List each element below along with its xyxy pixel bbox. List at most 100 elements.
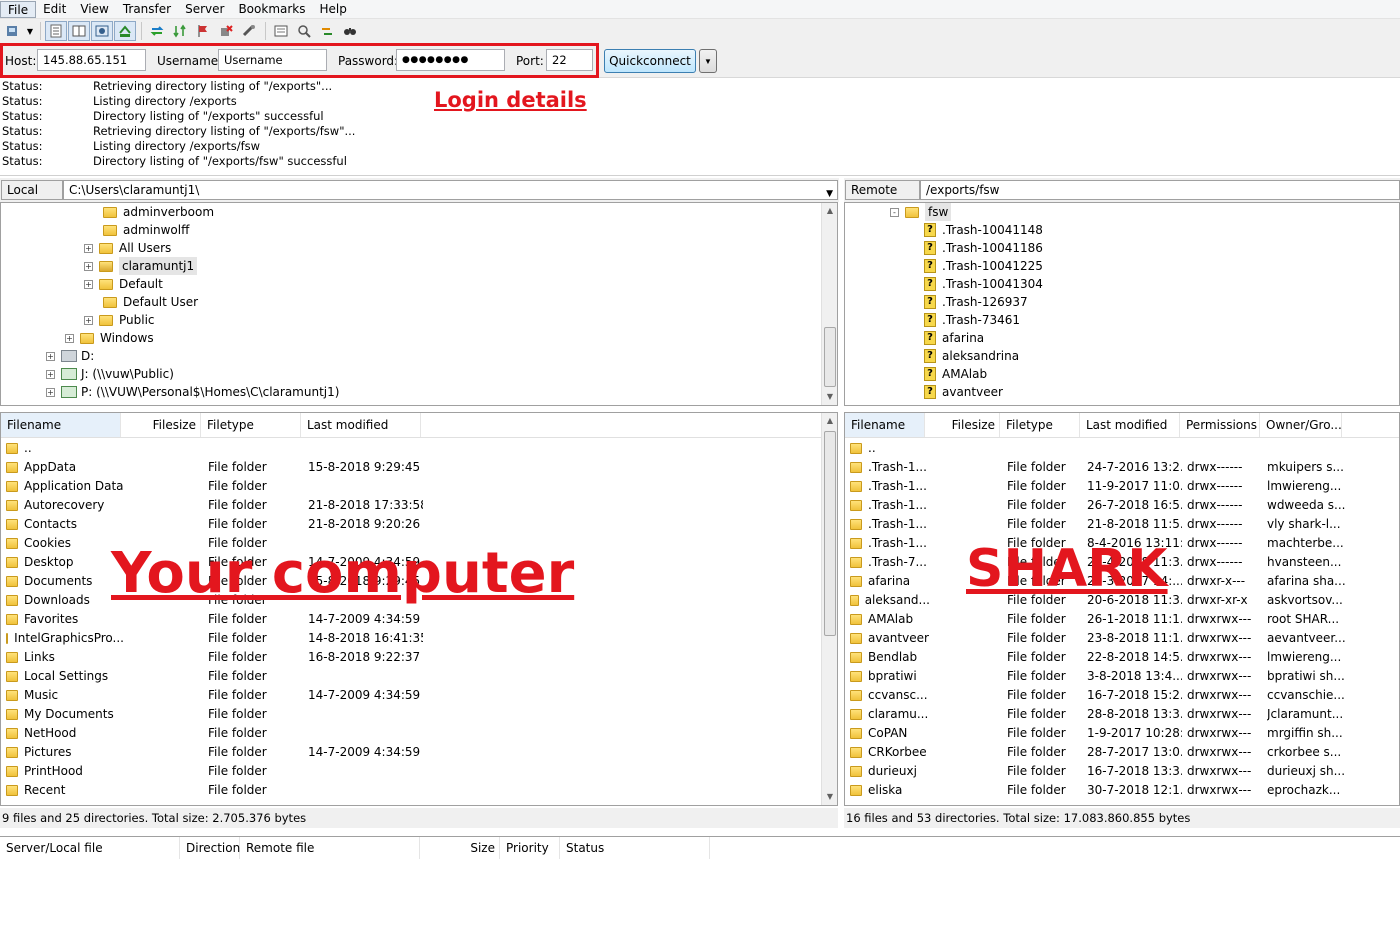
menu-bookmarks[interactable]: Bookmarks — [231, 1, 312, 18]
compare-icon[interactable] — [293, 21, 315, 41]
table-row[interactable]: .. — [1, 439, 821, 458]
toggle-remote-tree-icon[interactable] — [91, 21, 113, 41]
table-row[interactable]: .Trash-1... File folder 11-9-2017 11:0... d… — [845, 477, 1399, 496]
table-row[interactable]: PrintHood File folder — [1, 762, 821, 781]
queue-column-remotefile[interactable]: Remote file — [240, 837, 420, 859]
expand-icon[interactable]: + — [84, 279, 93, 289]
table-row[interactable]: CoPAN File folder 1-9-2017 10:28:... drwxrw… — [845, 724, 1399, 743]
scroll-thumb[interactable] — [824, 327, 836, 387]
remote-directory-tree[interactable]: - fsw? .Trash-10041148? .Trash-10041186? .Tr… — [844, 202, 1400, 406]
tree-item[interactable]: + claramuntj1 — [84, 257, 198, 275]
queue-column-size[interactable]: Size — [420, 837, 500, 859]
toggle-log-icon[interactable] — [45, 21, 67, 41]
local-tree-scrollbar[interactable]: ▲ ▼ — [821, 203, 837, 405]
queue-column-priority[interactable]: Priority — [500, 837, 560, 859]
site-manager-dropdown-icon[interactable]: ▼ — [25, 21, 35, 41]
table-row[interactable]: Pictures File folder 14-7-2009 4:34:59 — [1, 743, 821, 762]
tree-item[interactable]: adminverboom — [88, 203, 214, 221]
tree-item[interactable]: ? .Trash-10041148 — [909, 221, 1043, 239]
table-row[interactable]: .Trash-1... File folder 21-8-2018 11:5... d… — [845, 515, 1399, 534]
scroll-up-icon[interactable]: ▲ — [822, 203, 837, 219]
toggle-queue-icon[interactable] — [114, 21, 136, 41]
scroll-up-icon[interactable]: ▲ — [822, 413, 837, 429]
column-header-filename[interactable]: Filename — [1, 413, 121, 437]
queue-column-direction[interactable]: Direction — [180, 837, 240, 859]
expand-icon[interactable]: + — [84, 315, 93, 325]
expand-icon[interactable]: + — [46, 387, 55, 397]
column-header-filesize[interactable]: Filesize — [925, 413, 1000, 437]
tree-item[interactable]: ? afarina — [909, 329, 984, 347]
menu-view[interactable]: View — [73, 1, 115, 18]
tree-item[interactable]: ? aleksandrina — [909, 347, 1019, 365]
tree-item[interactable]: ? .Trash-10041304 — [909, 275, 1043, 293]
refresh-icon[interactable] — [146, 21, 168, 41]
table-row[interactable]: Autorecovery File folder 21-8-2018 17:33:5… — [1, 496, 821, 515]
table-row[interactable]: Contacts File folder 21-8-2018 9:20:26 — [1, 515, 821, 534]
table-row[interactable]: bpratiwi File folder 3-8-2018 13:4... drwxr… — [845, 667, 1399, 686]
table-row[interactable]: My Documents File folder — [1, 705, 821, 724]
sync-browse-icon[interactable] — [316, 21, 338, 41]
column-header-permissions[interactable]: Permissions — [1180, 413, 1260, 437]
tree-item[interactable]: + P: (\\VUW\Personal$\Homes\C\claramuntj1… — [46, 383, 339, 401]
tree-item[interactable]: ? AMAlab — [909, 365, 987, 383]
cancel-icon[interactable] — [192, 21, 214, 41]
local-site-path[interactable]: C:\Users\claramuntj1\ ▼ — [63, 180, 838, 200]
local-directory-tree[interactable]: ▲ ▼ adminverboom adminwolff + All Users + cla… — [0, 202, 838, 406]
tree-item[interactable]: adminwolff — [88, 221, 189, 239]
table-row[interactable]: AMAlab File folder 26-1-2018 11:1... drwxrw… — [845, 610, 1399, 629]
menu-file[interactable]: File — [0, 0, 37, 18]
table-row[interactable]: IntelGraphicsPro... File folder 14-8-2018 … — [1, 629, 821, 648]
column-header-ownergro[interactable]: Owner/Gro... — [1260, 413, 1342, 437]
tree-item[interactable]: + All Users — [84, 239, 171, 257]
table-row[interactable]: Recent File folder — [1, 781, 821, 800]
tree-item[interactable]: + Windows — [65, 329, 154, 347]
site-manager-icon[interactable] — [2, 21, 24, 41]
search-icon[interactable] — [339, 21, 361, 41]
message-log[interactable]: Login details Status: Retrieving director… — [0, 79, 1400, 176]
quickconnect-button[interactable]: Quickconnect — [604, 49, 696, 73]
table-row[interactable]: AppData File folder 15-8-2018 9:29:45 — [1, 458, 821, 477]
expand-icon[interactable]: + — [84, 243, 93, 253]
expand-icon[interactable]: + — [65, 333, 74, 343]
menu-help[interactable]: Help — [313, 1, 354, 18]
quickconnect-history-dropdown[interactable]: ▼ — [699, 49, 717, 73]
tree-item[interactable]: + J: (\\vuw\Public) — [46, 365, 174, 383]
local-file-list[interactable]: ▲ ▼ Your computer Filename Filesize Filety… — [0, 412, 838, 806]
disconnect-icon[interactable] — [215, 21, 237, 41]
process-queue-icon[interactable] — [169, 21, 191, 41]
table-row[interactable]: Local Settings File folder — [1, 667, 821, 686]
column-header-filesize[interactable]: Filesize — [121, 413, 201, 437]
table-row[interactable]: .. — [845, 439, 1399, 458]
column-header-filename[interactable]: Filename — [845, 413, 925, 437]
expand-icon[interactable]: + — [46, 369, 55, 379]
expand-icon[interactable]: + — [84, 261, 93, 271]
tree-item[interactable]: ? .Trash-126937 — [909, 293, 1028, 311]
tree-item[interactable]: + D: — [46, 347, 94, 365]
table-row[interactable]: Links File folder 16-8-2018 9:22:37 — [1, 648, 821, 667]
table-row[interactable]: eliska File folder 30-7-2018 12:1... drwxrw… — [845, 781, 1399, 800]
table-row[interactable]: Application Data File folder — [1, 477, 821, 496]
tree-item[interactable]: + Default — [84, 275, 163, 293]
menu-edit[interactable]: Edit — [36, 1, 73, 18]
column-header-filetype[interactable]: Filetype — [1000, 413, 1080, 437]
scroll-down-icon[interactable]: ▼ — [822, 789, 837, 805]
tree-item[interactable]: ? .Trash-73461 — [909, 311, 1020, 329]
table-row[interactable]: durieuxj File folder 16-7-2018 13:3... drwx… — [845, 762, 1399, 781]
menu-server[interactable]: Server — [178, 1, 231, 18]
remote-file-list[interactable]: SHARK Filename Filesize Filetype Last modif… — [844, 412, 1400, 806]
filter-icon[interactable] — [270, 21, 292, 41]
tree-item[interactable]: Default User — [88, 293, 198, 311]
table-row[interactable]: avantveer File folder 23-8-2018 11:1... drw… — [845, 629, 1399, 648]
menu-transfer[interactable]: Transfer — [116, 1, 178, 18]
column-header-lastmodified[interactable]: Last modified — [1080, 413, 1180, 437]
transfer-queue[interactable]: Server/Local file Direction Remote file Siz… — [0, 836, 1400, 933]
collapse-icon[interactable]: - — [890, 207, 899, 217]
expand-icon[interactable]: + — [46, 351, 55, 361]
chevron-down-icon[interactable]: ▼ — [826, 185, 833, 203]
table-row[interactable]: .Trash-1... File folder 26-7-2018 16:5... d… — [845, 496, 1399, 515]
toggle-local-tree-icon[interactable] — [68, 21, 90, 41]
tree-item[interactable]: - fsw — [890, 203, 952, 221]
tree-item[interactable]: ? avantveer — [909, 383, 1003, 401]
queue-column-serverlocalfile[interactable]: Server/Local file — [0, 837, 180, 859]
tree-item[interactable]: ? .Trash-10041225 — [909, 257, 1043, 275]
